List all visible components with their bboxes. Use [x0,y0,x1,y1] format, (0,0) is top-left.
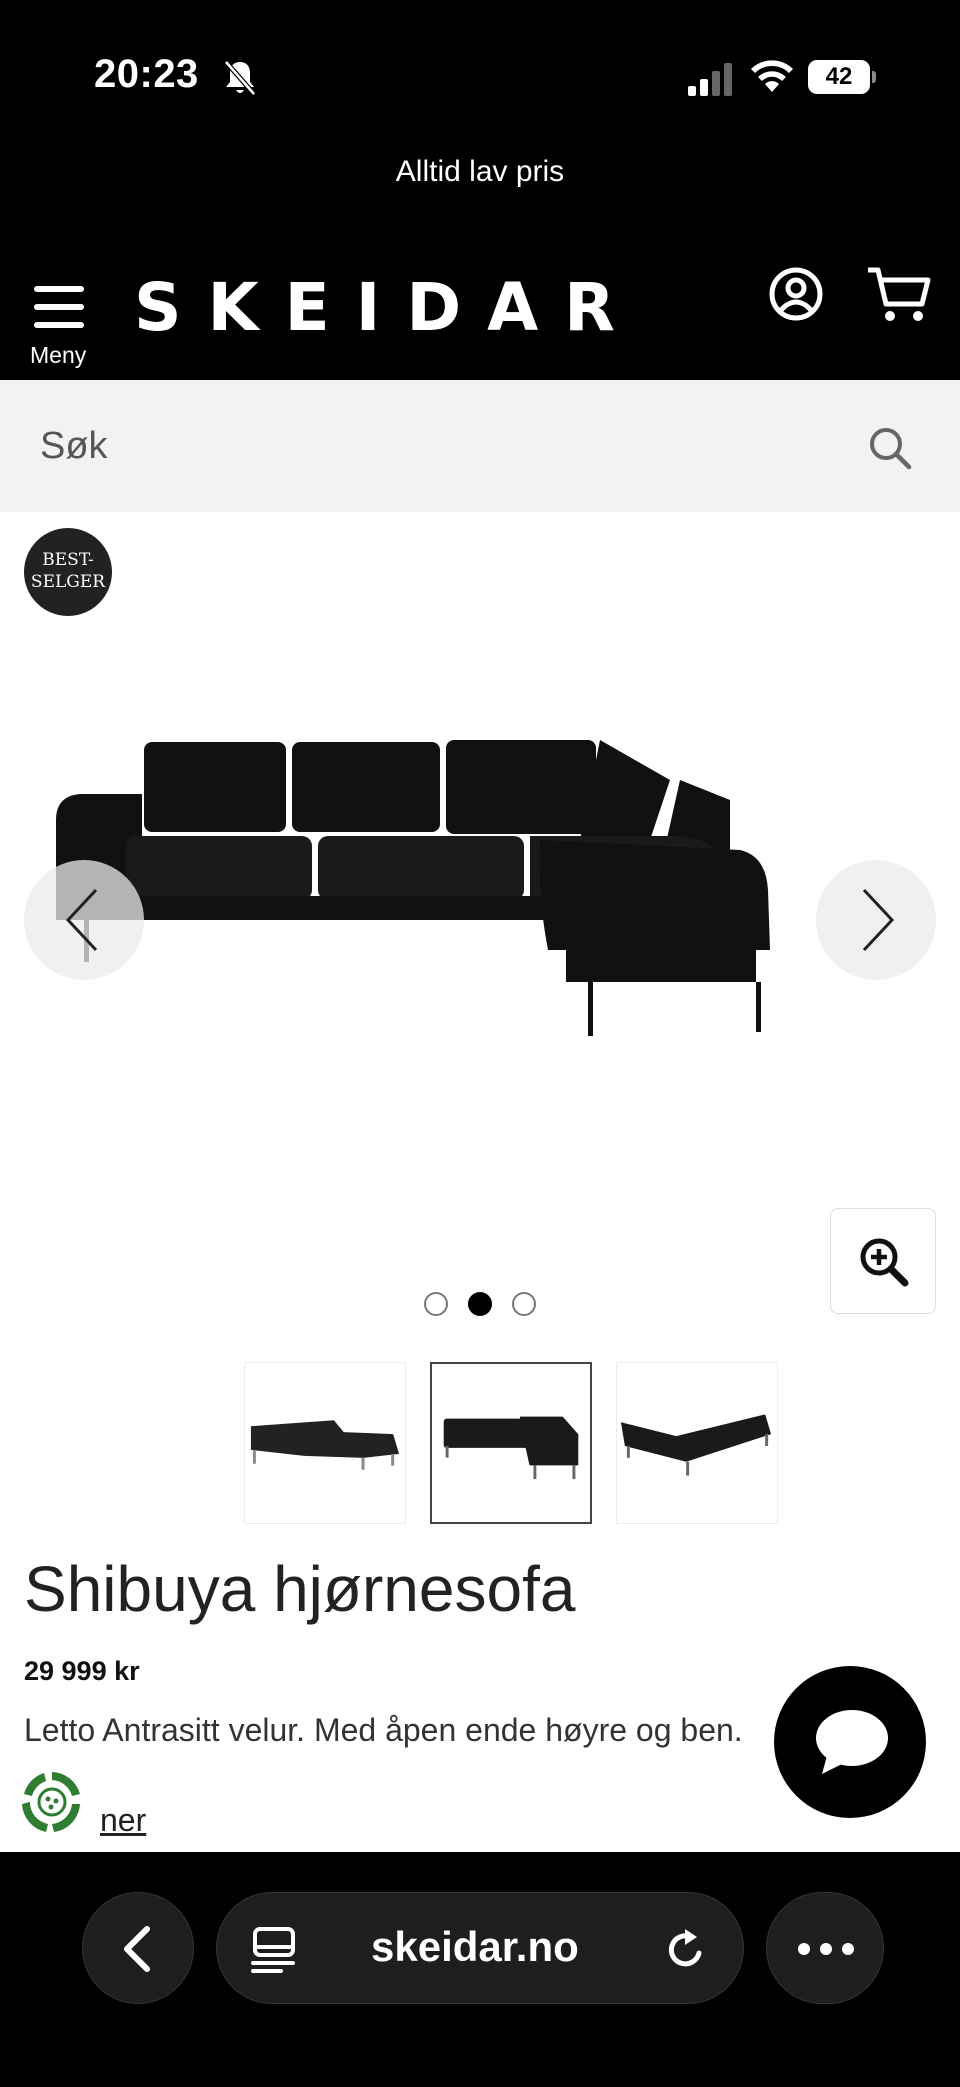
gallery-prev-button[interactable] [24,860,144,980]
battery-icon: 42 [808,60,876,94]
bestseller-badge: BEST- SELGER [24,528,112,616]
status-time: 20:23 [94,52,199,96]
browser-more-button[interactable] [766,1892,884,2004]
status-bar: 20:23 42 [0,0,960,140]
bell-off-icon [224,60,256,96]
thumbnail-1[interactable] [244,1362,406,1524]
eco-icon[interactable] [14,1764,90,1840]
page: 20:23 42 Alltid lav pris Meny SKEIDAR Sø… [0,0,960,2087]
menu-label: Meny [30,342,87,368]
gallery-dot-1[interactable] [424,1292,448,1316]
product-price: 29 999 kr [24,1656,140,1686]
menu-icon [34,286,84,328]
chat-button[interactable] [774,1666,926,1818]
zoom-in-icon [860,1238,909,1287]
gallery-dots [424,1292,536,1318]
chevron-left-icon [65,888,98,952]
signal-icon [688,63,732,96]
site-logo[interactable]: SKEIDAR [134,266,654,350]
gallery-dot-2[interactable] [468,1292,492,1316]
chevron-right-icon [862,888,895,952]
menu-button[interactable]: Meny [22,266,100,368]
announcement-banner: Alltid lav pris [0,140,960,250]
gallery-next-button[interactable] [816,860,936,980]
search-input[interactable] [40,416,820,476]
product-image [56,740,770,1036]
thumbnail-image-2 [443,1416,579,1480]
browser-back-button[interactable] [82,1892,194,2004]
chat-icon [816,1710,888,1774]
thumbnail-image-1 [250,1420,400,1470]
thumbnail-3[interactable] [616,1362,778,1524]
url-text: skeidar.no [371,1923,579,1970]
chevron-left-icon [124,1926,150,1972]
product-description: Letto Antrasitt velur. Med åpen ende høy… [24,1712,743,1748]
search-bar [0,380,960,512]
reload-icon[interactable] [663,1925,709,1973]
gallery-dot-3[interactable] [512,1292,536,1316]
badge-line-1: BEST- [42,550,94,570]
search-icon[interactable] [868,426,912,470]
account-icon[interactable] [768,266,824,322]
battery-level: 42 [808,60,870,94]
thumbnail-image-3 [620,1414,772,1476]
cart-icon[interactable] [866,264,932,326]
thumbnail-strip [244,1362,780,1526]
wifi-icon [751,60,793,92]
more-icon [798,1943,854,1955]
badge-line-2: SELGER [30,572,106,592]
address-bar[interactable]: skeidar.no [216,1892,744,2004]
thumbnail-2[interactable] [430,1362,592,1524]
tabs-icon[interactable] [251,1925,297,1973]
zoom-button[interactable] [830,1208,936,1314]
battery-tip [872,71,876,83]
read-more-link[interactable]: ner [100,1802,146,1839]
product-title: Shibuya hjørnesofa [24,1553,576,1625]
